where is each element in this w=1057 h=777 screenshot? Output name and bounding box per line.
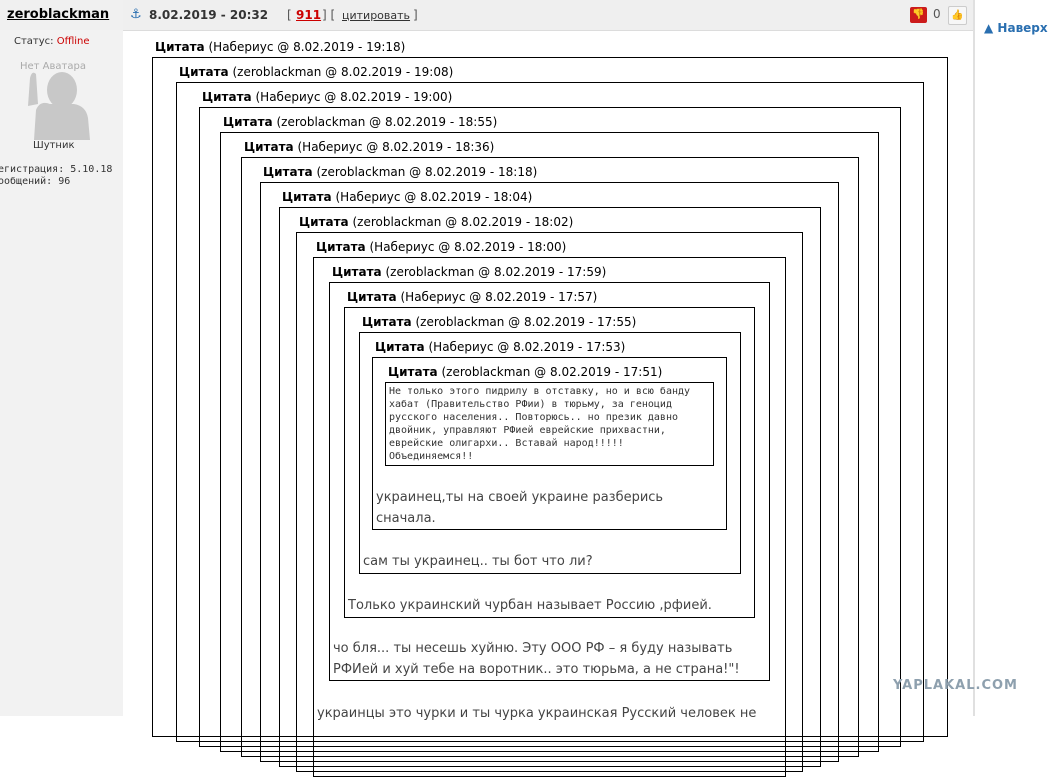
quote-meta: (Набериус @ 8.02.2019 - 17:57) <box>400 290 598 304</box>
quote-label: Цитата <box>347 290 397 304</box>
quote-label: Цитата <box>179 65 229 79</box>
quote-meta: (zeroblackman @ 8.02.2019 - 17:59) <box>385 265 607 279</box>
quote-line: двойник, управляют РФией еврейские прихв… <box>389 425 666 436</box>
quote-line: хабат (Правительство РФии) в тюрьму, за … <box>389 399 672 410</box>
user-rank: Шутник <box>33 140 75 151</box>
message-count: ообщений: 96 <box>0 176 71 187</box>
reply-line: украинцы это чурки и ты чурка украинская… <box>317 706 757 721</box>
quote-header: Цитата (Набериус @ 8.02.2019 - 19:00) <box>202 90 452 104</box>
bracket-mid: ] [ <box>322 8 336 22</box>
scroll-to-top-link[interactable]: ▲ Наверх <box>984 21 1048 35</box>
quote-header: Цитата (Набериус @ 8.02.2019 - 17:53) <box>375 340 625 354</box>
registration-date: егистрация: 5.10.18 <box>0 164 113 175</box>
reply-line: сначала. <box>376 511 436 526</box>
anchor-icon[interactable]: ⚓ <box>130 7 142 22</box>
reply-text: украинец,ты на своей украине разберись с… <box>376 487 663 529</box>
quote-label: Цитата <box>362 315 412 329</box>
innermost-quote-text: Не только этого пидрилу в отставку, но и… <box>385 382 714 466</box>
quote-label: Цитата <box>223 115 273 129</box>
avatar-text: Нет Аватара <box>20 61 86 72</box>
quote-meta: (Набериус @ 8.02.2019 - 18:36) <box>297 140 495 154</box>
quote-meta: (zeroblackman @ 8.02.2019 - 17:55) <box>415 315 637 329</box>
to-top-label: Наверх <box>997 21 1048 35</box>
post-date: 8.02.2019 - 20:32 <box>149 8 269 22</box>
quote-label: Цитата <box>316 240 366 254</box>
quote-label: Цитата <box>332 265 382 279</box>
quote-header: Цитата (Набериус @ 8.02.2019 - 19:18) <box>155 40 405 54</box>
status-label: Статус: Offline <box>14 36 90 47</box>
reply-text: Только украинский чурбан называет Россию… <box>348 595 712 616</box>
quote-header: Цитата (zeroblackman @ 8.02.2019 - 19:08… <box>179 65 453 79</box>
quote-label: Цитата <box>155 40 205 54</box>
quote-meta: (zeroblackman @ 8.02.2019 - 17:51) <box>441 365 663 379</box>
quote-label: Цитата <box>282 190 332 204</box>
quote-label: Цитата <box>375 340 425 354</box>
quote-header: Цитата (zeroblackman @ 8.02.2019 - 18:02… <box>299 215 573 229</box>
quote-label: Цитата <box>263 165 313 179</box>
reply-count-link[interactable]: 911 <box>296 8 321 22</box>
thumbs-down-icon[interactable]: 👎 <box>910 7 927 23</box>
reply-text: украинцы это чурки и ты чурка украинская… <box>317 703 756 724</box>
quote-header: Цитата (zeroblackman @ 8.02.2019 - 18:55… <box>223 115 497 129</box>
post-rating: 0 <box>933 7 941 21</box>
quote-meta: (Набериус @ 8.02.2019 - 17:53) <box>428 340 626 354</box>
bracket-open: [ <box>287 8 292 22</box>
quote-meta: (zeroblackman @ 8.02.2019 - 18:55) <box>276 115 498 129</box>
quote-line: Объединяемся!! <box>389 451 474 462</box>
status-label-text: Статус: <box>14 36 54 47</box>
quote-header: Цитата (zeroblackman @ 8.02.2019 - 17:59… <box>332 265 606 279</box>
reply-line: Только украинский чурбан называет Россию… <box>348 598 712 613</box>
quote-meta: (Набериус @ 8.02.2019 - 18:04) <box>335 190 533 204</box>
quote-label: Цитата <box>244 140 294 154</box>
arrow-up-icon: ▲ <box>984 21 994 35</box>
reply-line: сам ты украинец.. ты бот что ли? <box>363 554 593 569</box>
quote-line: Не только этого пидрилу в отставку, но и… <box>389 386 691 397</box>
quote-label: Цитата <box>299 215 349 229</box>
reply-line: РФИей и хуй тебе на воротник.. это тюрьм… <box>333 662 740 677</box>
quote-header: Цитата (zeroblackman @ 8.02.2019 - 17:51… <box>388 365 662 379</box>
quote-label: Цитата <box>202 90 252 104</box>
quote-meta: (zeroblackman @ 8.02.2019 - 18:18) <box>316 165 538 179</box>
quote-button[interactable]: цитировать <box>342 9 410 22</box>
right-panel <box>975 0 1057 716</box>
avatar-placeholder-icon <box>28 72 90 140</box>
reply-line: украинец,ты на своей украине разберись <box>376 490 664 505</box>
quote-meta: (zeroblackman @ 8.02.2019 - 18:02) <box>352 215 574 229</box>
bracket-close: ] <box>413 8 418 22</box>
quote-header: Цитата (zeroblackman @ 8.02.2019 - 17:55… <box>362 315 636 329</box>
reply-text: сам ты украинец.. ты бот что ли? <box>363 551 593 572</box>
quote-meta: (zeroblackman @ 8.02.2019 - 19:08) <box>232 65 454 79</box>
quote-line: еврейские олигархи.. Вставай народ!!!!! <box>389 438 624 449</box>
quote-meta: (Набериус @ 8.02.2019 - 19:18) <box>208 40 406 54</box>
quote-meta: (Набериус @ 8.02.2019 - 19:00) <box>255 90 453 104</box>
quote-meta: (Набериус @ 8.02.2019 - 18:00) <box>369 240 567 254</box>
quote-header: Цитата (Набериус @ 8.02.2019 - 18:04) <box>282 190 532 204</box>
quote-header: Цитата (zeroblackman @ 8.02.2019 - 18:18… <box>263 165 537 179</box>
thumbs-up-icon[interactable]: 👍 <box>948 6 967 25</box>
quote-line: русского населения.. Повторюсь.. но през… <box>389 412 678 423</box>
reply-text: чо бля... ты несешь хуйню. Эту ООО РФ – … <box>333 638 740 680</box>
quote-header: Цитата (Набериус @ 8.02.2019 - 18:36) <box>244 140 494 154</box>
author-name-link[interactable]: zeroblackman <box>7 7 109 22</box>
site-watermark: YAPLAKAL.COM <box>893 678 1018 693</box>
status-value: Offline <box>56 36 90 47</box>
quote-label: Цитата <box>388 365 438 379</box>
quote-header: Цитата (Набериус @ 8.02.2019 - 17:57) <box>347 290 597 304</box>
reply-line: чо бля... ты несешь хуйню. Эту ООО РФ – … <box>333 641 733 656</box>
quote-header: Цитата (Набериус @ 8.02.2019 - 18:00) <box>316 240 566 254</box>
